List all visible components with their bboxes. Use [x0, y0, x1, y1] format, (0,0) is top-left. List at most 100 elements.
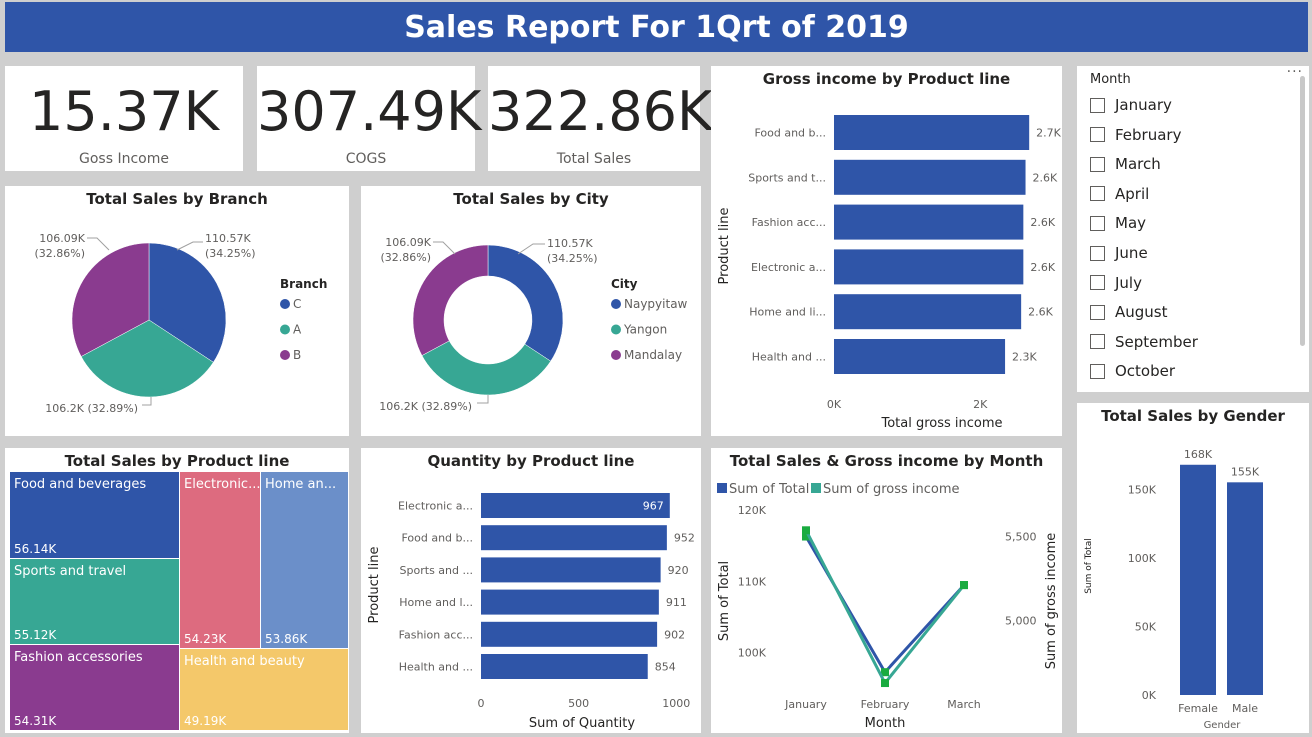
- gross-income-bar-chart[interactable]: Food and b... 2.7K Sports and t... 2.6K Fash…: [711, 66, 1062, 436]
- checkbox[interactable]: [1090, 156, 1105, 172]
- checkbox[interactable]: [1090, 304, 1105, 320]
- y-axis-label: Sum of Total: [717, 561, 732, 641]
- quantity-bar-chart[interactable]: Electronic a... 967 Food and b... 952 Sports…: [361, 448, 701, 733]
- category-label: Electronic a...: [751, 261, 826, 274]
- gender-card[interactable]: Total Sales by Gender 0K 50K 100K 150K 168K F…: [1077, 403, 1309, 733]
- bar: [481, 589, 659, 615]
- kpi-card-cogs[interactable]: 307.49K COGS: [257, 66, 481, 171]
- slicer-item-label: October: [1115, 362, 1176, 381]
- legend-marker: [611, 299, 621, 309]
- city-donut-card[interactable]: Total Sales by City 110.57K (34.25%) 106.2…: [361, 186, 701, 436]
- legend-label: Sum of Total: [729, 482, 809, 497]
- category-label: Electronic a...: [398, 500, 473, 513]
- data-label: 854: [655, 661, 676, 674]
- leader-line: [433, 241, 456, 255]
- data-point: [960, 581, 968, 590]
- product-line-treemap[interactable]: Food and beverages 56.14K Sports and trave…: [10, 472, 348, 730]
- checkbox[interactable]: [1090, 215, 1105, 231]
- treemap-tile[interactable]: Health and beauty 49.19K: [180, 649, 348, 730]
- treemap-tile[interactable]: Home an... 53.86K: [261, 472, 348, 648]
- slicer-item-july[interactable]: July: [1090, 272, 1142, 294]
- legend-marker: [717, 483, 727, 493]
- checkbox[interactable]: [1090, 186, 1105, 202]
- slicer-item-label: May: [1115, 214, 1147, 233]
- x-tick-label: 0K: [827, 398, 842, 411]
- y-axis-label: Product line: [717, 208, 732, 285]
- data-label: 2.6K: [1028, 306, 1053, 319]
- data-label: 2.6K: [1030, 261, 1055, 274]
- x-tick-label: Female: [1178, 702, 1218, 715]
- checkbox[interactable]: [1090, 97, 1105, 113]
- slicer-title: Month: [1090, 72, 1131, 87]
- bar: [481, 557, 661, 583]
- slicer-item-label: July: [1115, 273, 1142, 292]
- data-label: 902: [664, 628, 685, 641]
- gross-income-card[interactable]: Gross income by Product line Food and b.…: [711, 66, 1062, 436]
- tile-value: 55.12K: [14, 628, 57, 642]
- legend-label: B: [293, 348, 301, 362]
- quantity-card[interactable]: Quantity by Product line Electronic a...…: [361, 448, 701, 733]
- category-label: Health and ...: [752, 351, 826, 364]
- x-tick-label: 0: [478, 697, 485, 710]
- checkbox[interactable]: [1090, 127, 1105, 143]
- data-label: 2.3K: [1012, 351, 1037, 364]
- slicer-item-september[interactable]: September: [1090, 331, 1198, 353]
- tile-value: 49.19K: [184, 714, 227, 728]
- kpi-label: COGS: [345, 151, 387, 167]
- treemap-tile[interactable]: Fashion accessories 54.31K: [10, 645, 179, 730]
- legend-marker: [611, 350, 621, 360]
- checkbox[interactable]: [1090, 245, 1105, 261]
- slicer-item-april[interactable]: April: [1090, 183, 1149, 205]
- category-label: Home and l...: [399, 596, 473, 609]
- slicer-item-october[interactable]: October: [1090, 360, 1175, 382]
- slicer-scrollbar[interactable]: [1300, 76, 1305, 346]
- treemap-tile[interactable]: Electronic... 54.23K: [180, 472, 260, 648]
- data-label: 952: [674, 532, 695, 545]
- slicer-item-may[interactable]: May: [1090, 212, 1146, 234]
- data-label: 106.2K (32.89%): [45, 402, 138, 415]
- data-label: 2.6K: [1030, 216, 1055, 229]
- slicer-item-june[interactable]: June: [1090, 242, 1148, 264]
- slicer-item-february[interactable]: February: [1090, 124, 1181, 146]
- data-label-pct: (34.25%): [205, 247, 256, 260]
- slicer-item-august[interactable]: August: [1090, 301, 1168, 323]
- treemap-tile[interactable]: Food and beverages 56.14K: [10, 472, 179, 558]
- month-line-card[interactable]: Total Sales & Gross income by Month Sum …: [711, 448, 1062, 733]
- branch-pie-card[interactable]: Total Sales by Branch 110.57K (34.25%) 106…: [5, 186, 349, 436]
- month-slicer[interactable]: Month ··· January February March April May Ju…: [1077, 64, 1309, 392]
- y-axis-label: Sum of Total: [1084, 538, 1094, 594]
- x-tick-label: 500: [568, 697, 589, 710]
- bar: [834, 204, 1024, 240]
- slicer-item-january[interactable]: January: [1090, 94, 1172, 116]
- checkbox[interactable]: [1090, 334, 1105, 350]
- city-donut-chart[interactable]: 110.57K (34.25%) 106.2K (32.89%) 106.09K (32…: [361, 186, 701, 436]
- x-tick-label: January: [784, 698, 827, 711]
- report-title: Sales Report For 1Qrt of 2019: [5, 2, 1308, 52]
- checkbox[interactable]: [1090, 363, 1105, 379]
- x-tick-label: Male: [1232, 702, 1258, 715]
- y-tick-label: 0K: [1142, 689, 1157, 702]
- kpi-card-gross-income[interactable]: 15.37K Goss Income: [5, 66, 243, 171]
- x-axis-label: Sum of Quantity: [529, 716, 635, 731]
- kpi-card-total-sales[interactable]: 322.86K Total Sales: [488, 66, 713, 171]
- data-label: 911: [666, 596, 687, 609]
- branch-pie-chart[interactable]: 110.57K (34.25%) 106.2K (32.89%) 106.09K (32…: [5, 186, 349, 436]
- tile-label: Food and beverages: [14, 477, 147, 492]
- tile-value: 53.86K: [265, 632, 308, 646]
- checkbox[interactable]: [1090, 275, 1105, 291]
- gender-bar-chart[interactable]: 0K 50K 100K 150K 168K Female 155K Male Gender Sum…: [1077, 403, 1309, 733]
- category-label: Fashion acc...: [752, 216, 826, 229]
- data-label: 2.7K: [1036, 127, 1061, 140]
- month-line-chart[interactable]: Sum of Total Sum of gross income 100K 110K 1…: [711, 448, 1062, 733]
- kpi-value: 322.86K: [488, 80, 713, 143]
- x-axis-label: Month: [865, 716, 906, 731]
- treemap-tile[interactable]: Sports and travel 55.12K: [10, 559, 179, 644]
- legend-label: Mandalay: [624, 348, 682, 362]
- category-label: Food and b...: [754, 127, 826, 140]
- data-label-pct: (32.86%): [380, 251, 431, 264]
- category-label: Sports and ...: [400, 564, 473, 577]
- series-line: [804, 535, 966, 675]
- treemap-card[interactable]: Total Sales by Product line Food and bev…: [5, 448, 349, 733]
- slicer-item-march[interactable]: March: [1090, 153, 1161, 175]
- data-label: 967: [643, 500, 664, 513]
